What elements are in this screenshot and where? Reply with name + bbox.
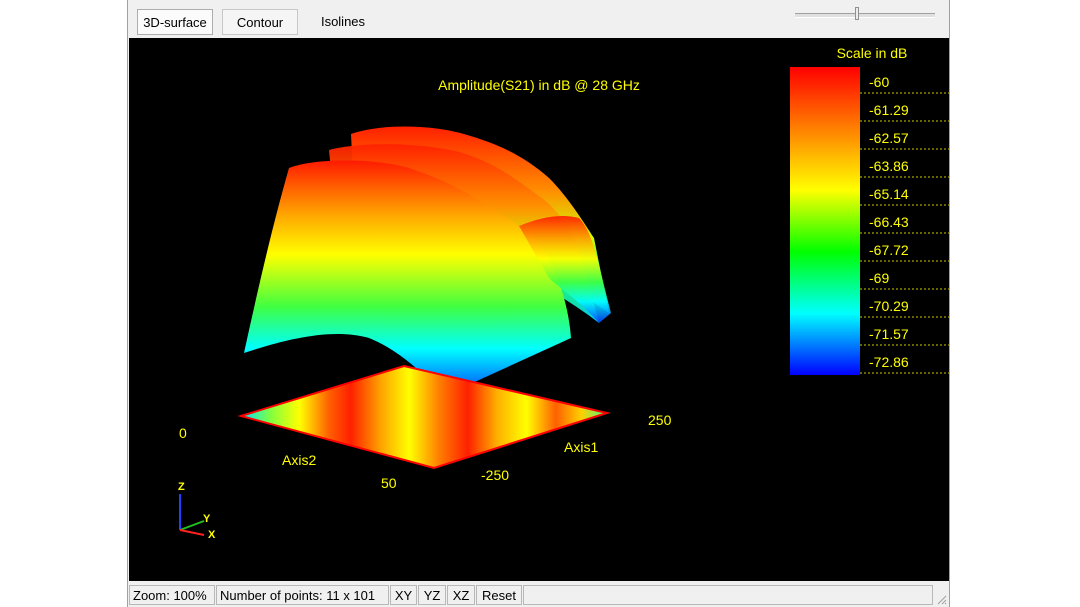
view-toolbar: 3D-surface Contour Isolines xyxy=(128,0,949,38)
scale-tick-label: -69 xyxy=(869,270,889,286)
axis1-tick-max: 250 xyxy=(648,412,672,428)
points-status: Number of points: 11 x 101 xyxy=(216,585,389,605)
plot-svg: Amplitude(S21) in dB @ 28 GHz 250 Axis1 … xyxy=(178,45,949,541)
scale-tick-label: -67.72 xyxy=(869,242,909,258)
scale-tick-label: -65.14 xyxy=(869,186,909,202)
resize-grip-icon[interactable] xyxy=(935,593,947,605)
scale-tick-label: -72.86 xyxy=(869,354,909,370)
scale-tick-label: -62.57 xyxy=(869,130,909,146)
yz-view-button[interactable]: YZ xyxy=(418,585,446,605)
axis2-tick-max: 50 xyxy=(381,475,397,491)
tab-3d-surface[interactable]: 3D-surface xyxy=(137,9,213,35)
axis1-label: Axis1 xyxy=(564,439,598,455)
axis1-tick-min: -250 xyxy=(481,467,509,483)
scale-tick-label: -61.29 xyxy=(869,102,909,118)
zoom-slider-thumb[interactable] xyxy=(855,7,859,20)
status-spacer xyxy=(523,585,933,605)
tab-isolines[interactable]: Isolines xyxy=(308,9,378,35)
color-scale-bar xyxy=(790,67,860,375)
scale-tick-label: -70.29 xyxy=(869,298,909,314)
plot-title: Amplitude(S21) in dB @ 28 GHz xyxy=(438,77,640,93)
triad-x-label: X xyxy=(208,529,216,541)
zoom-status: Zoom: 100% xyxy=(129,585,215,605)
scale-tick-label: -60 xyxy=(869,74,889,90)
xy-view-button[interactable]: XY xyxy=(390,585,417,605)
plot-canvas[interactable]: Amplitude(S21) in dB @ 28 GHz 250 Axis1 … xyxy=(129,38,949,581)
scale-tick-label: -71.57 xyxy=(869,326,909,342)
axis-triad: Z Y X xyxy=(178,481,216,541)
reset-view-button[interactable]: Reset xyxy=(476,585,522,605)
scale-tick-label: -63.86 xyxy=(869,158,909,174)
zoom-slider-track[interactable] xyxy=(795,13,935,18)
axis2-tick-min: 0 xyxy=(179,425,187,441)
triad-y-label: Y xyxy=(203,513,211,525)
scale-title: Scale in dB xyxy=(837,45,908,61)
status-bar: Zoom: 100% Number of points: 11 x 101 XY… xyxy=(128,584,949,607)
axis2-label: Axis2 xyxy=(282,452,316,468)
plot-window: 3D-surface Contour Isolines Amplitude(S2… xyxy=(127,0,950,607)
triad-z-label: Z xyxy=(178,481,185,493)
tab-contour[interactable]: Contour xyxy=(222,9,298,35)
xz-view-button[interactable]: XZ xyxy=(447,585,475,605)
scale-tick-label: -66.43 xyxy=(869,214,909,230)
color-scale-ticks: -60 -61.29 -62.57 -63.86 -65.14 -66.43 -67.72 -… xyxy=(860,74,949,374)
